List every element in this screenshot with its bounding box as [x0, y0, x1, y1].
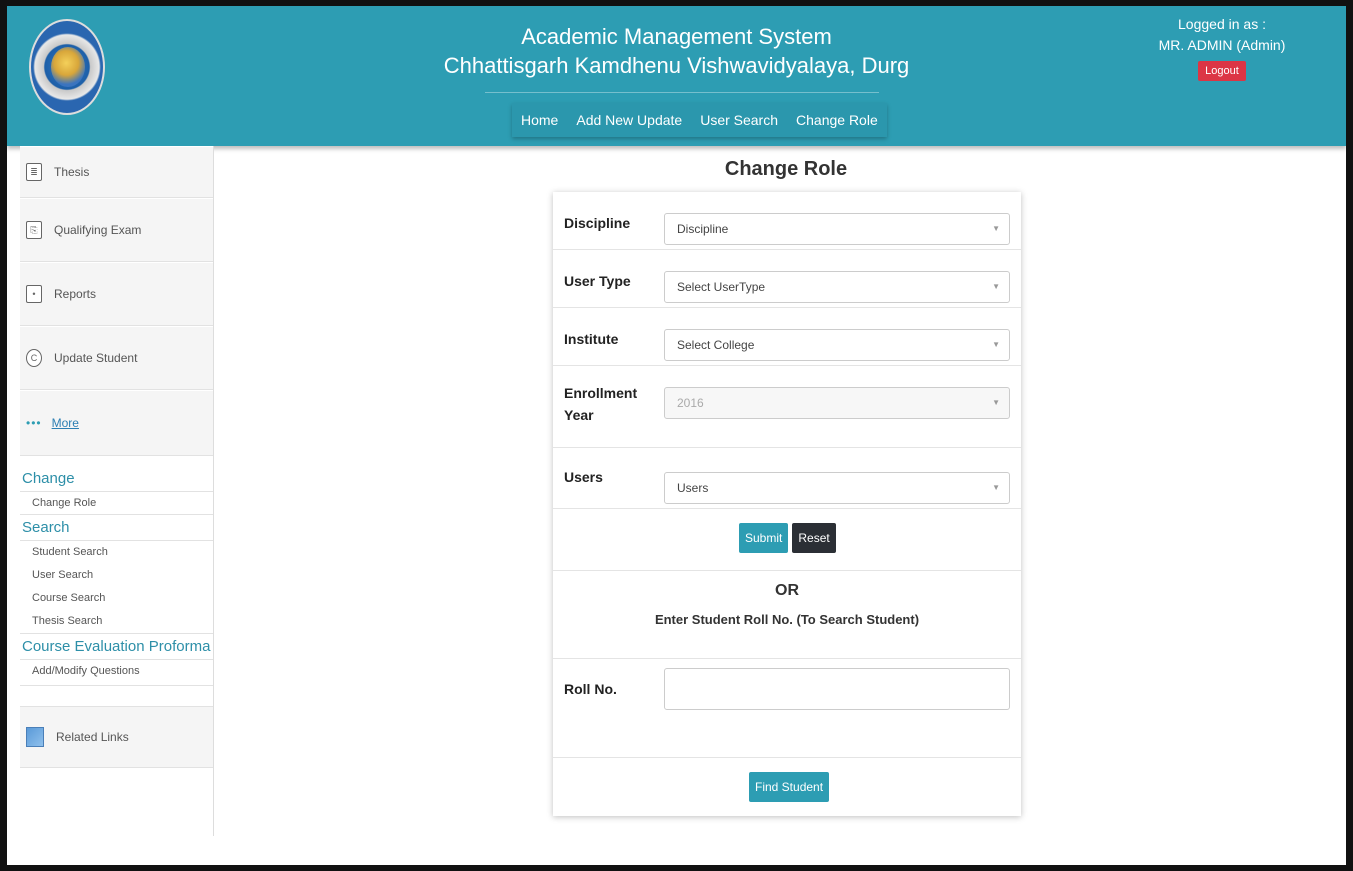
sidebar-group-course-evaluation: Course Evaluation Proforma	[20, 634, 213, 660]
form-row-users: Users Users ▼	[553, 448, 1021, 509]
submit-button[interactable]: Submit	[739, 523, 789, 553]
nav-home[interactable]: Home	[512, 103, 567, 137]
chevron-down-icon: ▼	[992, 282, 1000, 291]
enrollment-year-value: 2016	[677, 396, 704, 410]
chevron-down-icon: ▼	[992, 398, 1000, 407]
sidebar-item-label: Reports	[54, 287, 97, 301]
app-title: Academic Management System	[521, 24, 832, 49]
chevron-down-icon: ▼	[992, 483, 1000, 492]
sidebar-item-related-links[interactable]: Related Links	[20, 706, 213, 768]
sidebar-item-label: Related Links	[56, 730, 129, 744]
users-label: Users	[564, 469, 603, 485]
sidebar-item-update-student[interactable]: C Update Student	[20, 326, 213, 390]
roll-no-label: Roll No.	[564, 681, 617, 697]
top-nav: Home Add New Update User Search Change R…	[512, 103, 887, 137]
document-icon: ≣	[26, 163, 42, 181]
report-icon: •	[26, 285, 42, 303]
nav-user-search[interactable]: User Search	[691, 103, 787, 137]
discipline-value: Discipline	[677, 222, 729, 236]
search-links: Student Search User Search Course Search…	[20, 541, 213, 634]
page-title: Change Role	[724, 158, 848, 180]
chevron-down-icon: ▼	[992, 224, 1000, 233]
discipline-select[interactable]: Discipline ▼	[664, 213, 1010, 245]
institute-label: Institute	[564, 331, 619, 347]
form-row-institute: Institute Select College ▼	[553, 308, 1021, 366]
form-row-enrollment-year: Enrollment Year 2016 ▼	[553, 366, 1021, 448]
sidebar-item-label: Update Student	[54, 351, 138, 365]
roll-no-input[interactable]	[664, 668, 1010, 710]
sidebar: ≣ Thesis ⎘ Qualifying Exam • Reports C U…	[20, 146, 214, 836]
enrollment-year-label: Enrollment Year	[564, 385, 638, 423]
sidebar-link-add-modify-questions[interactable]: Add/Modify Questions	[20, 660, 213, 686]
sidebar-link-course-search[interactable]: Course Search	[20, 587, 213, 610]
more-dots-icon: •••	[26, 416, 42, 430]
find-student-button[interactable]: Find Student	[749, 772, 830, 802]
app-window: Academic Management System Chhattisgarh …	[7, 6, 1346, 865]
logout-button[interactable]: Logout	[1198, 61, 1246, 81]
logged-in-label: Logged in as :	[1178, 16, 1266, 32]
action-buttons: Submit Reset	[739, 523, 836, 553]
form-row-actions: Submit Reset	[553, 509, 1021, 571]
enrollment-year-select[interactable]: 2016 ▼	[664, 387, 1010, 419]
nav-add-new-update[interactable]: Add New Update	[567, 103, 691, 137]
sidebar-link-change-role[interactable]: Change Role	[20, 492, 213, 515]
chevron-down-icon: ▼	[992, 340, 1000, 349]
exam-icon: ⎘	[26, 221, 42, 239]
find-student-wrap: Find Student	[749, 772, 830, 802]
institute-value: Select College	[677, 338, 755, 352]
sidebar-link-student-search[interactable]: Student Search	[20, 541, 213, 564]
title-divider	[485, 92, 879, 93]
sidebar-group-change: Change	[20, 466, 213, 492]
sidebar-item-label: Thesis	[54, 165, 90, 179]
sidebar-item-reports[interactable]: • Reports	[20, 262, 213, 326]
university-name: Chhattisgarh Kamdhenu Vishwavidyalaya, D…	[443, 53, 910, 78]
user-type-select[interactable]: Select UserType ▼	[664, 271, 1010, 303]
form-row-discipline: Discipline Discipline ▼	[553, 192, 1021, 250]
sidebar-item-label: Qualifying Exam	[54, 223, 142, 237]
sidebar-item-qualifying-exam[interactable]: ⎘ Qualifying Exam	[20, 198, 213, 262]
nav-change-role[interactable]: Change Role	[787, 103, 887, 137]
link-icon	[26, 727, 44, 747]
user-type-label: User Type	[564, 273, 631, 289]
sidebar-item-thesis[interactable]: ≣ Thesis	[20, 146, 213, 198]
discipline-label: Discipline	[564, 215, 631, 231]
more-link[interactable]: More	[52, 416, 79, 430]
institute-select[interactable]: Select College ▼	[664, 329, 1010, 361]
current-user: MR. ADMIN (Admin)	[1158, 37, 1286, 53]
header-bar: Academic Management System Chhattisgarh …	[7, 6, 1346, 146]
form-row-user-type: User Type Select UserType ▼	[553, 250, 1021, 308]
users-select[interactable]: Users ▼	[664, 472, 1010, 504]
sidebar-link-user-search[interactable]: User Search	[20, 564, 213, 587]
sidebar-group-search: Search	[20, 515, 213, 541]
refresh-icon: C	[26, 349, 42, 367]
user-type-value: Select UserType	[677, 280, 766, 294]
sidebar-item-more[interactable]: ••• More	[20, 390, 213, 456]
reset-button[interactable]: Reset	[792, 523, 836, 553]
or-section	[553, 571, 1021, 659]
change-role-form: Discipline Discipline ▼ User Type Select…	[553, 192, 1021, 816]
login-info: Logged in as : MR. ADMIN (Admin) Logout	[1157, 16, 1287, 81]
sidebar-link-thesis-search[interactable]: Thesis Search	[20, 610, 213, 633]
users-value: Users	[677, 481, 709, 495]
